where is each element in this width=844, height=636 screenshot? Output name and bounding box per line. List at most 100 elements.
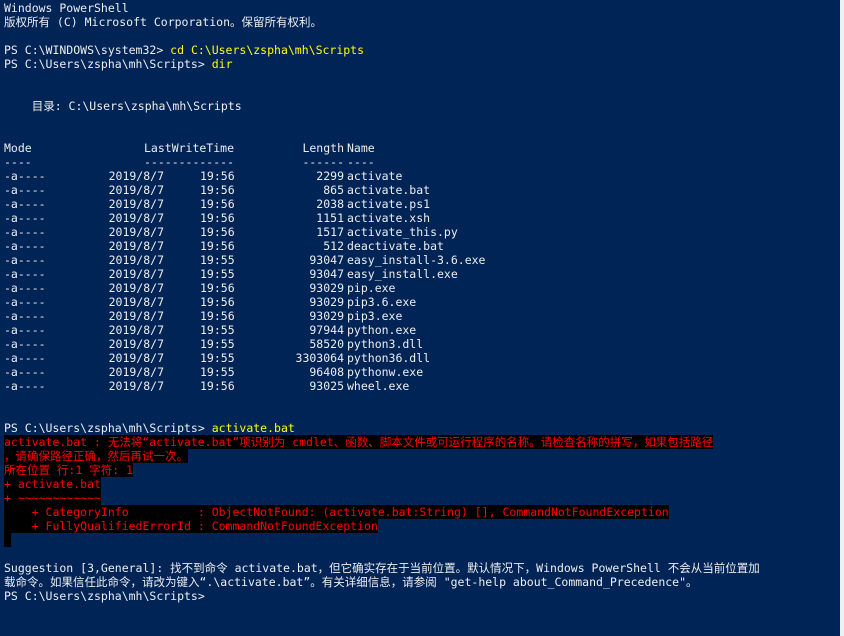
file-time: 19:56: [200, 379, 235, 393]
file-mode: -a----: [4, 337, 46, 351]
file-row: -a---- 2019/8/7 19:56 865 activate.bat: [4, 183, 840, 197]
listing-header-row: Mode LastWriteTime Length Name: [4, 141, 840, 155]
file-name: activate: [347, 169, 403, 183]
file-length: 865: [323, 183, 344, 197]
error-fully-qualified-id: + FullyQualifiedErrorId : CommandNotFoun…: [4, 519, 378, 533]
file-length: 2299: [316, 169, 344, 183]
file-length: 93029: [309, 295, 344, 309]
file-time: 19:56: [200, 225, 235, 239]
file-mode: -a----: [4, 379, 46, 393]
command-text: dir: [211, 57, 233, 71]
file-row: -a---- 2019/8/7 19:56 93029 pip.exe: [4, 281, 840, 295]
file-mode: -a----: [4, 169, 46, 183]
scrollbar[interactable]: [840, 0, 844, 636]
command-text: activate.bat: [211, 421, 295, 435]
file-row: -a---- 2019/8/7 19:55 58520 python3.dll: [4, 337, 840, 351]
file-date: 2019/8/7: [108, 337, 164, 351]
file-mode: -a----: [4, 211, 46, 225]
lastwritetime-header: LastWriteTime: [144, 141, 235, 155]
file-row: -a---- 2019/8/7 19:56 93029 pip3.exe: [4, 309, 840, 323]
file-length: 97944: [309, 323, 344, 337]
command-text: cd C:\Users\zspha\mh\Scripts: [170, 43, 365, 57]
file-name: activate.ps1: [347, 197, 431, 211]
file-length: 1151: [316, 211, 344, 225]
file-time: 19:56: [200, 295, 235, 309]
file-length: 96408: [309, 365, 344, 379]
file-date: 2019/8/7: [108, 295, 164, 309]
file-time: 19:55: [200, 365, 235, 379]
file-row: -a---- 2019/8/7 19:56 512 deactivate.bat: [4, 239, 840, 253]
file-date: 2019/8/7: [108, 351, 164, 365]
file-row: -a---- 2019/8/7 19:56 93025 wheel.exe: [4, 379, 840, 393]
file-length: 58520: [309, 337, 344, 351]
mode-header: Mode: [4, 141, 32, 155]
file-length: 1517: [316, 225, 344, 239]
file-date: 2019/8/7: [108, 379, 164, 393]
command-line-activate: PS C:\Users\zspha\mh\Scripts> activate.b…: [4, 421, 295, 435]
suggestion-line: Suggestion [3,General]: 找不到命令 activate.b…: [4, 561, 760, 575]
header-line: Windows PowerShell: [4, 1, 129, 15]
file-row: -a---- 2019/8/7 19:56 1151 activate.xsh: [4, 211, 840, 225]
file-time: 19:56: [200, 281, 235, 295]
file-row: -a---- 2019/8/7 19:56 93029 pip3.6.exe: [4, 295, 840, 309]
file-time: 19:55: [200, 337, 235, 351]
name-header: Name: [347, 141, 375, 155]
file-name: activate_this.py: [347, 225, 458, 239]
error-position: 所在位置 行:1 字符: 1: [4, 463, 133, 477]
length-header: Length: [302, 141, 344, 155]
file-date: 2019/8/7: [108, 365, 164, 379]
powershell-console[interactable]: Windows PowerShell 版权所有 (C) Microsoft Co…: [0, 0, 840, 636]
file-time: 19:55: [200, 323, 235, 337]
file-mode: -a----: [4, 351, 46, 365]
name-rule: ----: [347, 155, 375, 169]
file-name: wheel.exe: [347, 379, 410, 393]
file-row: -a---- 2019/8/7 19:56 2299 activate: [4, 169, 840, 183]
file-length: 3303064: [295, 351, 344, 365]
file-name: python.exe: [347, 323, 417, 337]
error-command-echo: + activate.bat: [4, 477, 101, 491]
file-date: 2019/8/7: [108, 281, 164, 295]
file-time: 19:55: [200, 267, 235, 281]
length-rule: ------: [302, 155, 344, 169]
prompt: PS C:\WINDOWS\system32>: [4, 43, 171, 57]
file-date: 2019/8/7: [108, 211, 164, 225]
file-time: 19:56: [200, 169, 235, 183]
file-name: activate.bat: [347, 183, 431, 197]
file-name: python3.dll: [347, 337, 424, 351]
file-date: 2019/8/7: [108, 267, 164, 281]
file-time: 19:56: [200, 211, 235, 225]
file-mode: -a----: [4, 281, 46, 295]
prompt: PS C:\Users\zspha\mh\Scripts>: [4, 421, 212, 435]
file-row: -a---- 2019/8/7 19:55 97944 python.exe: [4, 323, 840, 337]
file-length: 93047: [309, 267, 344, 281]
file-name: pip.exe: [347, 281, 396, 295]
directory-line: 目录: C:\Users\zspha\mh\Scripts: [4, 99, 242, 113]
file-mode: -a----: [4, 295, 46, 309]
file-name: activate.xsh: [347, 211, 431, 225]
file-time: 19:56: [200, 183, 235, 197]
file-length: 93029: [309, 309, 344, 323]
file-date: 2019/8/7: [108, 225, 164, 239]
file-time: 19:55: [200, 351, 235, 365]
file-name: pip3.exe: [347, 309, 403, 323]
file-mode: -a----: [4, 183, 46, 197]
file-name: python36.dll: [347, 351, 431, 365]
mode-rule: ----: [4, 155, 32, 169]
file-date: 2019/8/7: [108, 239, 164, 253]
lastwritetime-rule: -------------: [144, 155, 235, 169]
file-row: -a---- 2019/8/7 19:55 93047 easy_install-3.6…: [4, 253, 840, 267]
file-length: 512: [323, 239, 344, 253]
file-row: -a---- 2019/8/7 19:55 96408 pythonw.exe: [4, 365, 840, 379]
file-date: 2019/8/7: [108, 169, 164, 183]
file-name: deactivate.bat: [347, 239, 444, 253]
file-date: 2019/8/7: [108, 183, 164, 197]
error-message-continued: ，请确保路径正确，然后再试一次。: [4, 449, 188, 463]
file-date: 2019/8/7: [108, 253, 164, 267]
file-time: 19:56: [200, 309, 235, 323]
error-category-info: + CategoryInfo : ObjectNotFound: (activa…: [4, 505, 669, 519]
command-line-dir: PS C:\Users\zspha\mh\Scripts> dir: [4, 57, 233, 71]
file-row: -a---- 2019/8/7 19:56 2038 activate.ps1: [4, 197, 840, 211]
file-time: 19:55: [200, 253, 235, 267]
file-length: 93029: [309, 281, 344, 295]
file-date: 2019/8/7: [108, 309, 164, 323]
